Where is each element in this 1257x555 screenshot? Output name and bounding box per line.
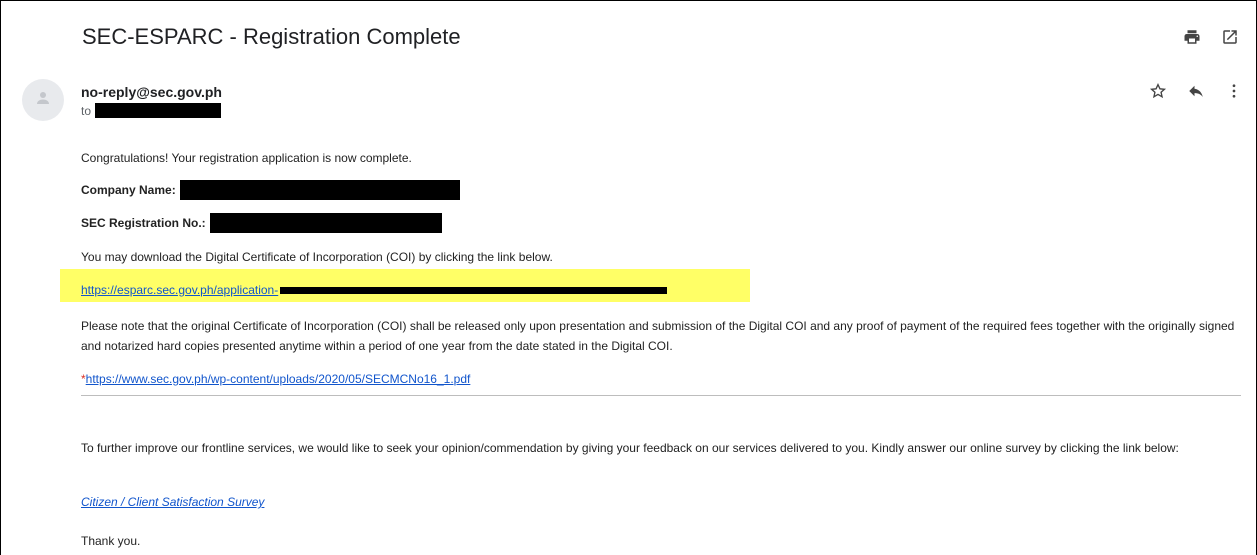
to-label: to — [81, 103, 92, 118]
open-in-new-icon[interactable] — [1219, 26, 1241, 48]
sec-reg-row: SEC Registration No.: — [81, 213, 442, 233]
thank-you-text: Thank you. — [81, 534, 141, 548]
recipient-line: to — [81, 103, 222, 118]
company-name-row: Company Name: — [81, 180, 460, 200]
company-name-label: Company Name: — [81, 183, 176, 197]
redacted-link-tail — [280, 286, 668, 294]
redacted-recipient — [95, 103, 222, 118]
download-instruction: You may download the Digital Certificate… — [81, 250, 553, 264]
survey-link-row: Citizen / Client Satisfaction Survey — [81, 492, 264, 512]
sender-avatar — [22, 79, 64, 121]
redacted-sec-reg-no — [209, 213, 442, 233]
survey-link[interactable]: Citizen / Client Satisfaction Survey — [81, 495, 264, 509]
coi-download-link[interactable]: https://esparc.sec.gov.ph/application- — [81, 280, 278, 300]
congrats-text: Congratulations! Your registration appli… — [81, 151, 412, 165]
coi-link-row: https://esparc.sec.gov.ph/application- — [81, 280, 668, 300]
sender-address[interactable]: no-reply@sec.gov.ph — [81, 84, 222, 100]
more-vert-icon[interactable] — [1225, 82, 1243, 105]
divider — [81, 395, 1241, 396]
message-actions — [1149, 82, 1243, 105]
print-icon[interactable] — [1181, 26, 1203, 48]
survey-text: To further improve our frontline service… — [81, 441, 1179, 455]
email-subject: SEC-ESPARC - Registration Complete — [82, 24, 461, 49]
sec-reg-label: SEC Registration No.: — [81, 216, 206, 230]
coi-release-note: Please note that the original Certificat… — [81, 319, 1235, 353]
thread-toolbar — [1181, 26, 1241, 48]
person-icon — [34, 89, 52, 112]
redacted-company-name — [179, 180, 460, 200]
memo-link-row: *https://www.sec.gov.ph/wp-content/uploa… — [81, 369, 470, 389]
reply-icon[interactable] — [1187, 82, 1205, 105]
star-icon[interactable] — [1149, 82, 1167, 105]
memo-pdf-link[interactable]: https://www.sec.gov.ph/wp-content/upload… — [86, 372, 471, 386]
